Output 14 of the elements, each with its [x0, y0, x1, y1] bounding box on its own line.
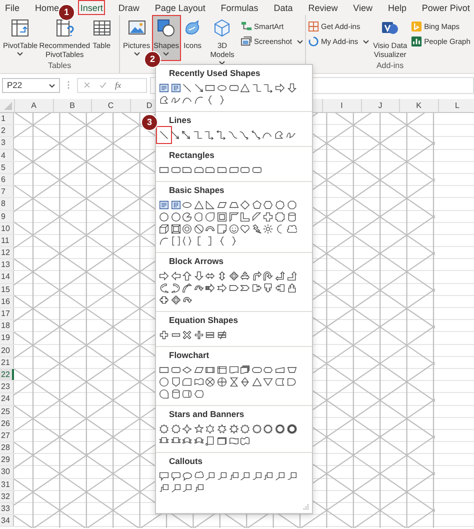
section-heading: Block Arrows	[168, 256, 224, 267]
section-heading: Lines	[168, 115, 192, 126]
step-badge: 2	[145, 52, 160, 67]
step-badge: 1	[59, 5, 74, 20]
section-heading: Equation Shapes	[168, 315, 239, 326]
section-heading: Stars and Banners	[168, 409, 246, 420]
group-label: Tables	[46, 61, 72, 72]
group-label: Add-ins	[375, 61, 405, 72]
section-heading: Recently Used Shapes	[168, 68, 262, 79]
section-heading: Callouts	[168, 456, 204, 467]
section-heading: Basic Shapes	[168, 185, 226, 196]
step-badge: 3	[142, 115, 157, 130]
section-heading: Rectangles	[168, 150, 216, 161]
section-heading: Flowchart	[168, 350, 210, 361]
